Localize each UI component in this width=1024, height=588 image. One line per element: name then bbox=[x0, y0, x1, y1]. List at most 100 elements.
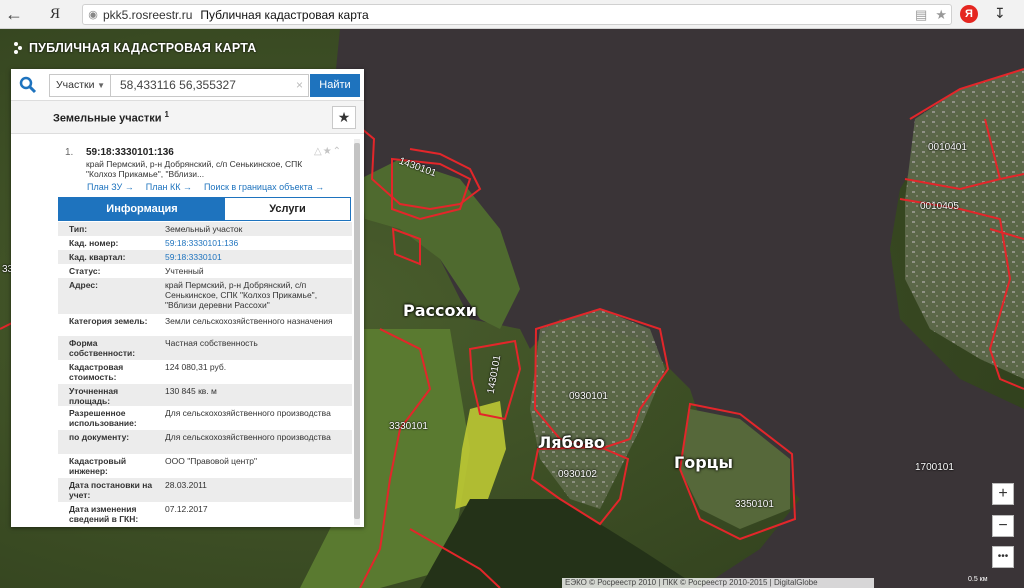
info-key: Кадастровый инженер: bbox=[69, 456, 127, 476]
chevron-down-icon: ▼ bbox=[97, 81, 105, 90]
place-label-gortsy: Горцы bbox=[674, 453, 733, 472]
info-key: Уточненная площадь: bbox=[69, 386, 119, 406]
info-key: Адрес: bbox=[69, 280, 98, 290]
cad-label: 3330101 bbox=[389, 421, 428, 432]
rosreestr-logo-icon bbox=[14, 42, 22, 54]
info-row: Форма собственности: Частная собственност… bbox=[58, 336, 352, 360]
info-key: Форма собственности: bbox=[69, 338, 136, 358]
address-bar[interactable]: ◉ pkk5.rosreestr.ru Публичная кадастрова… bbox=[82, 4, 952, 25]
plan-zu-link[interactable]: План ЗУ → bbox=[87, 182, 134, 192]
info-value: 07.12.2017 bbox=[165, 504, 208, 514]
info-key: Дата изменения сведений в ГКН: bbox=[69, 504, 139, 524]
map-scale: 0.5 км bbox=[968, 576, 988, 583]
cad-label: 0010401 bbox=[928, 142, 967, 153]
find-button[interactable]: Найти bbox=[310, 74, 360, 97]
info-row: Кад. номер: 59:18:3330101:136 bbox=[58, 236, 352, 250]
cad-label: 1700101 bbox=[915, 462, 954, 473]
info-row: Адрес: край Пермский, р-н Добрянский, с/п… bbox=[58, 278, 352, 314]
map-attribution: ЕЭКО © Росреестр 2010 | ПКК © Росреестр … bbox=[562, 578, 874, 588]
info-value[interactable]: 59:18:3330101 bbox=[165, 252, 345, 262]
results-title-text: Земельные участки bbox=[53, 112, 162, 125]
info-row: Тип: Земельный участок bbox=[58, 222, 352, 236]
info-value: ООО "Правовой центр" bbox=[165, 456, 258, 466]
info-row: Кад. квартал: 59:18:3330101 bbox=[58, 250, 352, 264]
info-key: Кад. квартал: bbox=[69, 252, 126, 262]
info-key: Кадастровая стоимость: bbox=[69, 362, 124, 382]
info-row: Статус: Учтенный bbox=[58, 264, 352, 278]
cad-label: 0930101 bbox=[569, 391, 608, 402]
info-row: Кадастровый инженер: ООО "Правовой центр" bbox=[58, 454, 352, 478]
lock-icon: ◉ bbox=[88, 9, 98, 21]
info-row: Дата постановки на учет: 28.03.2011 bbox=[58, 478, 352, 502]
card-action-icons[interactable]: △★⌃ bbox=[314, 146, 342, 157]
card-cad-number[interactable]: 59:18:3330101:136 bbox=[86, 147, 174, 158]
cad-label: 3350101 bbox=[735, 499, 774, 510]
info-table: Тип: Земельный участок Кад. номер: 59:18:33… bbox=[58, 222, 352, 524]
card-links: План ЗУ → План КК → Поиск в границах объ… bbox=[87, 182, 324, 192]
info-row: Категория земель: Земли сельскохозяйствен… bbox=[58, 314, 352, 336]
download-icon[interactable]: ↧ bbox=[994, 5, 1006, 22]
info-value: край Пермский, р-н Добрянский, с/п Сеньк… bbox=[165, 280, 318, 310]
info-key: Категория земель: bbox=[69, 316, 148, 326]
info-key: Тип: bbox=[69, 224, 88, 234]
info-value: Для сельскохозяйственного производства bbox=[165, 432, 331, 442]
more-options-button[interactable]: ••• bbox=[992, 546, 1014, 568]
globe-icon[interactable]: ▤ bbox=[915, 7, 927, 23]
cad-label: 0930102 bbox=[558, 469, 597, 480]
card-address: край Пермский, р-н Добрянский, с/п Сеньк… bbox=[86, 159, 303, 179]
info-key: Статус: bbox=[69, 266, 101, 276]
panel-scrollbar[interactable] bbox=[354, 139, 360, 525]
results-count: 1 bbox=[164, 110, 169, 119]
search-row: Участки ▼ 58,433116 56,355327 × Найти bbox=[11, 69, 364, 101]
search-type-select[interactable]: Участки ▼ bbox=[49, 74, 111, 97]
map-canvas[interactable]: ПУБЛИЧНАЯ КАДАСТРОВАЯ КАРТА Рассохи Лябо… bbox=[0, 29, 1024, 588]
page-title: Публичная кадастровая карта bbox=[200, 7, 369, 22]
info-row: Кадастровая стоимость: 124 080,31 руб. bbox=[58, 360, 352, 384]
info-row: Разрешенное использование: Для сельскохоз… bbox=[58, 406, 352, 430]
search-icon[interactable] bbox=[19, 76, 37, 94]
place-label-lyabovo: Лябово bbox=[538, 433, 605, 452]
app-title-text: ПУБЛИЧНАЯ КАДАСТРОВАЯ КАРТА bbox=[29, 41, 257, 55]
tabs: Информация Услуги bbox=[58, 197, 351, 221]
clear-icon[interactable]: × bbox=[296, 75, 303, 96]
tab-info[interactable]: Информация bbox=[59, 198, 225, 220]
info-key: Дата постановки на учет: bbox=[69, 480, 153, 500]
info-key: Разрешенное использование: bbox=[69, 408, 137, 428]
info-row: Уточненная площадь: 130 845 кв. м bbox=[58, 384, 352, 406]
plan-kk-link[interactable]: План КК → bbox=[146, 182, 192, 192]
info-value: Для сельскохозяйственного производства bbox=[165, 408, 331, 418]
results-title: Земельные участки 1 bbox=[53, 110, 169, 125]
favorite-star-button[interactable]: ★ bbox=[332, 106, 356, 129]
info-value: Учтенный bbox=[165, 266, 204, 276]
cad-label: 0010405 bbox=[920, 201, 959, 212]
place-label-rassokhi: Рассохи bbox=[403, 301, 478, 320]
info-value: 130 845 кв. м bbox=[165, 386, 217, 396]
info-value: 124 080,31 руб. bbox=[165, 362, 227, 372]
search-query: 58,433116 56,355327 bbox=[120, 78, 236, 92]
bookmark-star-icon[interactable]: ★ bbox=[935, 7, 947, 23]
scrollbar-thumb[interactable] bbox=[354, 143, 360, 519]
zoom-out-button[interactable]: − bbox=[992, 515, 1014, 537]
yandex-logo[interactable]: Я bbox=[44, 6, 66, 23]
url-domain: pkk5.rosreestr.ru bbox=[103, 7, 193, 22]
info-value: Частная собственность bbox=[165, 338, 258, 348]
app-title: ПУБЛИЧНАЯ КАДАСТРОВАЯ КАРТА bbox=[12, 41, 256, 55]
yandex-badge-button[interactable]: Я bbox=[960, 5, 978, 23]
info-value: 28.03.2011 bbox=[165, 480, 207, 490]
zoom-in-button[interactable]: + bbox=[992, 483, 1014, 505]
arrow-left-icon[interactable]: ← bbox=[0, 0, 28, 29]
search-in-bounds-link[interactable]: Поиск в границах объекта → bbox=[204, 182, 324, 192]
info-row: по документу: Для сельскохозяйственного п… bbox=[58, 430, 352, 454]
results-header: Земельные участки 1 ★ bbox=[11, 101, 364, 134]
search-input[interactable]: 58,433116 56,355327 × bbox=[111, 74, 309, 97]
address-icons: ▤ ★ bbox=[915, 7, 947, 23]
card-index: 1. bbox=[65, 147, 74, 158]
info-row: Дата изменения сведений в ГКН: 07.12.2017 bbox=[58, 502, 352, 526]
tab-services[interactable]: Услуги bbox=[225, 198, 350, 220]
search-type-value: Участки bbox=[56, 79, 95, 91]
info-value: Земли сельскохозяйственного назначения bbox=[165, 316, 333, 326]
info-key: Кад. номер: bbox=[69, 238, 119, 248]
info-value[interactable]: 59:18:3330101:136 bbox=[165, 238, 345, 248]
info-value: Земельный участок bbox=[165, 224, 243, 234]
info-key: по документу: bbox=[69, 432, 130, 442]
